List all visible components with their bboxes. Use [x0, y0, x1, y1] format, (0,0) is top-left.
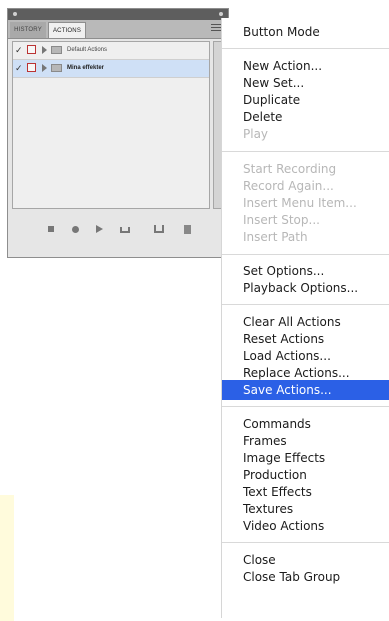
menu-separator	[222, 254, 389, 255]
menu-item-close-tab-group[interactable]: Close Tab Group	[222, 567, 389, 587]
collapse-dot-icon[interactable]	[13, 12, 17, 16]
expand-triangle-icon[interactable]	[42, 64, 47, 72]
stop-icon[interactable]	[48, 226, 54, 232]
play-icon[interactable]	[96, 225, 103, 233]
menu-separator	[222, 542, 389, 543]
actions-list: ✓ Default Actions ✓ Mina effekter	[12, 41, 210, 209]
checkmark-icon[interactable]: ✓	[15, 46, 24, 55]
panel-flyout-menu: Button Mode New Action... New Set... Dup…	[221, 18, 389, 618]
list-item-label: Mina effekter	[67, 65, 105, 71]
menu-separator	[222, 304, 389, 305]
folder-icon	[51, 46, 62, 54]
menu-item-playback-options[interactable]: Playback Options...	[222, 278, 389, 298]
checkmark-icon[interactable]: ✓	[15, 64, 24, 73]
menu-item-save-actions[interactable]: Save Actions...	[222, 380, 389, 400]
actions-panel: HISTORY ACTIONS ✓ Default Actions ✓ Mina…	[7, 8, 229, 258]
menu-item-insert-path: Insert Path	[243, 230, 308, 244]
new-set-icon[interactable]	[120, 227, 130, 233]
menu-separator	[222, 48, 389, 49]
menu-separator	[222, 406, 389, 407]
panel-tabs: HISTORY ACTIONS	[8, 20, 228, 39]
list-item[interactable]: ✓ Default Actions	[13, 42, 209, 60]
trash-icon[interactable]	[184, 225, 191, 234]
close-dot-icon[interactable]	[219, 12, 223, 16]
menu-separator	[222, 151, 389, 152]
tab-actions[interactable]: ACTIONS	[48, 22, 86, 38]
panel-titlebar[interactable]	[8, 9, 228, 20]
menu-item-play: Play	[243, 127, 269, 141]
menu-item-button-mode[interactable]: Button Mode	[222, 22, 389, 42]
menu-item-video-actions[interactable]: Video Actions	[222, 516, 389, 536]
background-highlight	[0, 495, 14, 621]
dialog-toggle-icon[interactable]	[27, 63, 36, 72]
new-action-icon[interactable]	[154, 225, 164, 233]
list-item[interactable]: ✓ Mina effekter	[13, 60, 209, 78]
expand-triangle-icon[interactable]	[42, 46, 47, 54]
list-item-label: Default Actions	[67, 47, 108, 53]
record-icon[interactable]	[72, 226, 79, 233]
panel-toolbar	[8, 215, 228, 249]
dialog-toggle-icon[interactable]	[27, 45, 36, 54]
tab-history[interactable]: HISTORY	[10, 22, 46, 38]
folder-icon	[51, 64, 62, 72]
